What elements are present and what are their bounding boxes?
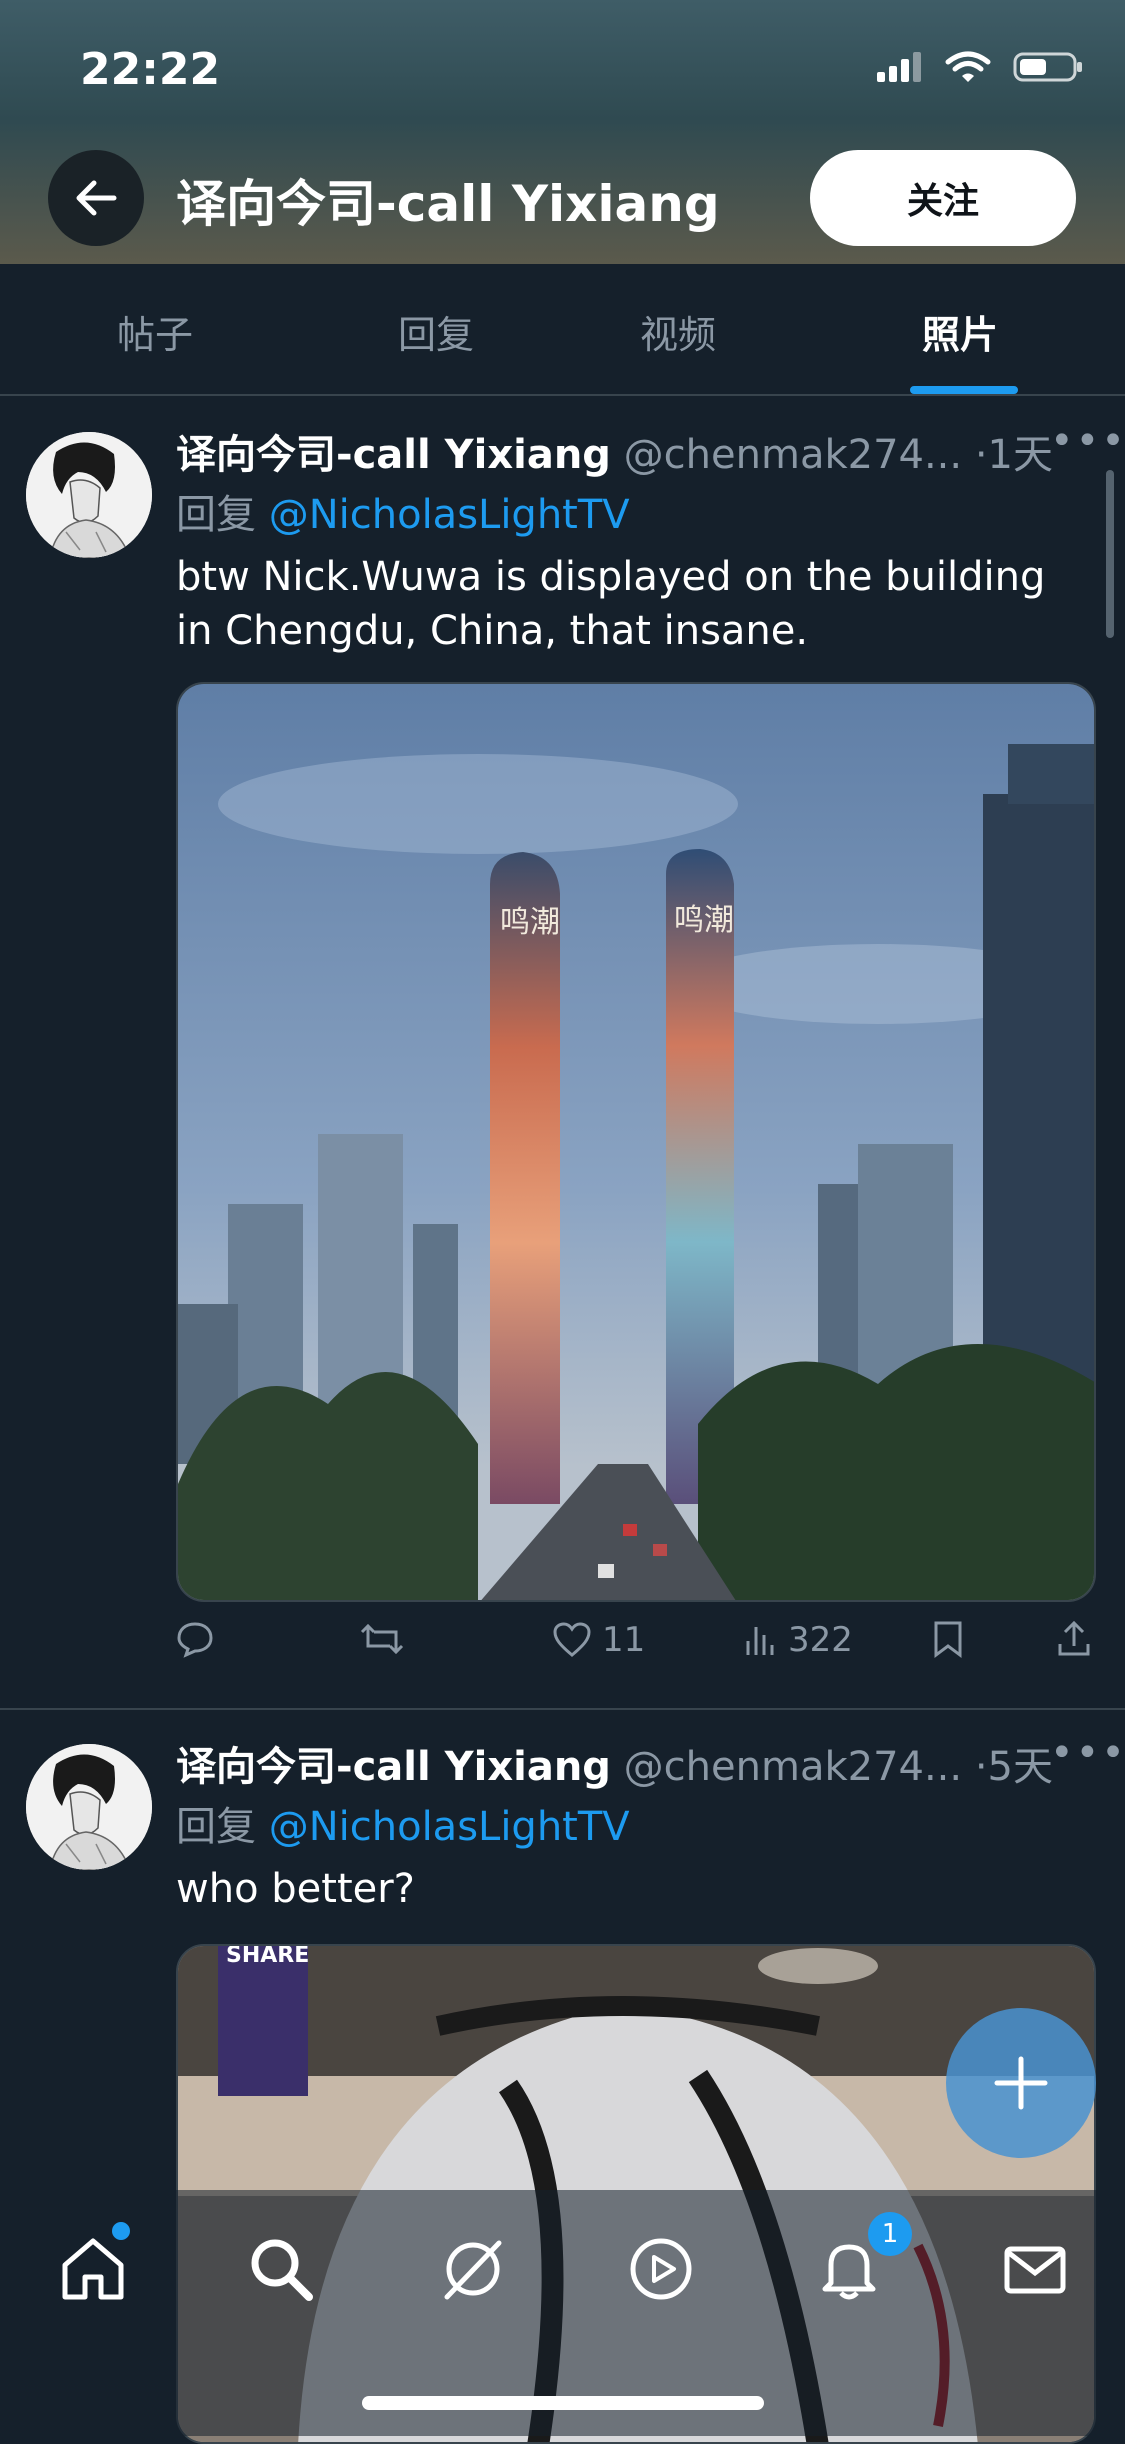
active-tab-indicator [910,386,1018,394]
author-handle[interactable]: @chenmak274... [624,432,962,478]
status-icons [875,50,1085,84]
reply-prefix: 回复 [176,492,256,538]
tower-sign-right: 鸣潮 [674,903,734,938]
home-icon [62,2238,124,2300]
post-actions: 11 322 [176,1620,1096,1680]
like-count: 11 [602,1620,646,1660]
grok-icon [444,2240,502,2300]
post-item[interactable]: 译向今司-call Yixiang @chenmak274... ·1天 •••… [0,398,1125,1698]
views-chart-icon [746,1627,774,1655]
cellular-signal-icon [877,52,921,82]
battery-icon [1013,52,1082,82]
tower-sign-left: 鸣潮 [500,905,560,940]
meta-separator: · [974,1744,988,1790]
tab-replies[interactable]: 回复 [398,304,474,359]
wifi-icon [945,51,991,82]
reply-prefix: 回复 [176,1804,256,1850]
repost-button[interactable] [360,1620,404,1658]
reply-mention-link[interactable]: @NicholasLightTV [269,1804,630,1850]
arrow-left-icon [76,180,117,216]
post-header: 译向今司-call Yixiang @chenmak274... ·1天 [176,422,1053,480]
more-options-icon[interactable]: ••• [1050,1730,1125,1776]
meta-separator: · [974,432,988,478]
bookmark-button[interactable] [932,1620,964,1658]
tab-videos[interactable]: 视频 [640,304,716,359]
post-time: 1天 [987,432,1053,478]
reply-icon [177,1622,213,1658]
post-header: 译向今司-call Yixiang @chenmak274... ·5天 [176,1734,1053,1792]
post-text: btw Nick.Wuwa is displayed on the buildi… [176,554,1046,654]
view-count: 322 [788,1620,853,1660]
post-image[interactable]: 鸣潮 鸣潮 [176,682,1096,1602]
reply-context: 回复 @NicholasLightTV [176,1794,630,1852]
profile-header: 22:22 译向今司-call Yixiang 关注 [0,0,1125,264]
author-name[interactable]: 译向今司-call Yixiang [176,432,611,478]
author-handle[interactable]: @chenmak274... [624,1744,962,1790]
bookmark-icon [934,1621,962,1658]
avatar-illustration [26,432,152,558]
nav-grok[interactable] [428,2224,518,2314]
post-time: 5天 [987,1744,1053,1790]
search-icon [251,2239,313,2301]
plus-icon [994,2056,1048,2110]
views-button[interactable]: 322 [744,1620,853,1660]
more-options-icon[interactable]: ••• [1050,418,1125,464]
repost-icon [360,1623,404,1655]
like-button[interactable]: 11 [552,1620,645,1660]
notification-badge: 1 [868,2212,912,2256]
city-towers-photo: 鸣潮 鸣潮 [178,684,1094,1600]
nav-messages[interactable] [990,2224,1080,2314]
home-unread-dot [112,2222,130,2240]
tab-posts[interactable]: 帖子 [117,304,193,359]
author-name[interactable]: 译向今司-call Yixiang [176,1744,611,1790]
share-button[interactable] [1056,1620,1092,1658]
nav-videos[interactable] [616,2224,706,2314]
banner-text: SHARE [226,1946,309,1968]
profile-title: 译向今司-call Yixiang [176,175,720,233]
status-bar: 22:22 [0,40,1125,100]
mail-icon [1004,2246,1066,2294]
profile-tabs: 帖子 回复 视频 照片 [0,264,1125,396]
tab-photos[interactable]: 照片 [922,304,998,359]
avatar-illustration [26,1744,152,1870]
home-indicator[interactable] [362,2396,764,2410]
avatar[interactable] [26,1744,152,1870]
follow-button[interactable]: 关注 [810,150,1076,246]
heart-icon [553,1622,591,1657]
avatar[interactable] [26,432,152,558]
play-icon [630,2238,692,2300]
reply-context: 回复 @NicholasLightTV [176,482,630,540]
share-icon [1058,1620,1090,1656]
status-time: 22:22 [80,44,221,95]
back-button[interactable] [48,150,144,246]
reply-mention-link[interactable]: @NicholasLightTV [269,492,630,538]
compose-post-button[interactable] [946,2008,1096,2158]
post-text: who better? [176,1866,415,1912]
reply-button[interactable] [176,1620,214,1658]
nav-search[interactable] [236,2224,326,2314]
